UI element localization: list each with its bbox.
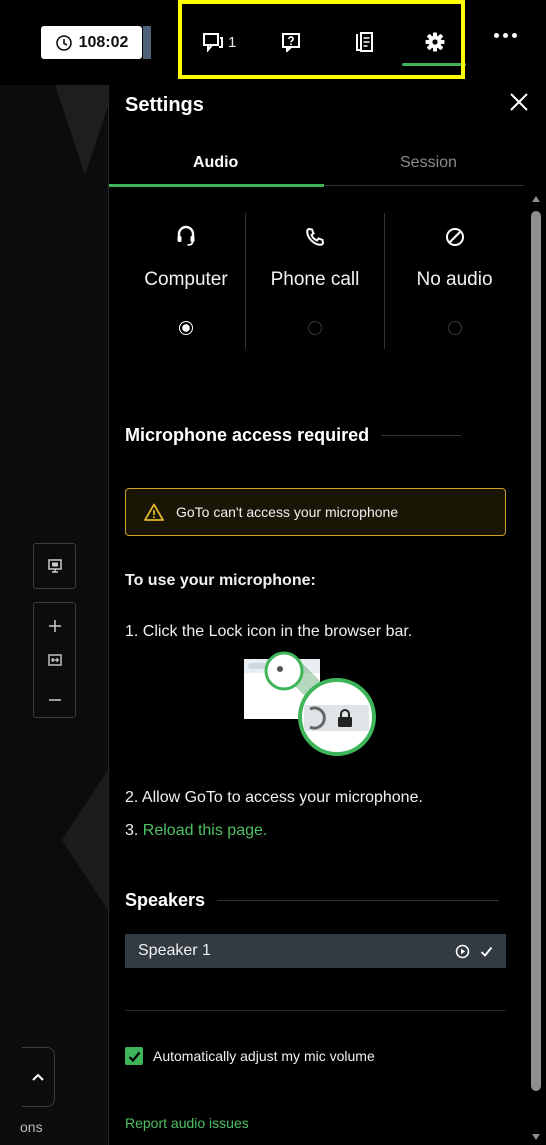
mic-warning-banner: GoTo can't access your microphone [125,488,506,536]
speakers-heading-text: Speakers [125,890,206,910]
section-divider [125,1010,506,1011]
tab-audio[interactable]: Audio [193,154,238,172]
lock-icon-illustration [244,647,378,763]
speakers-section-heading: Speakers [125,890,500,911]
phone-icon [306,227,325,246]
instruction-step-3: 3. Reload this page. [125,822,267,840]
plus-icon [48,620,61,632]
more-dot-icon [503,33,508,38]
audio-option-computer[interactable]: Computer [127,213,245,349]
radio-phone[interactable] [308,321,322,335]
settings-panel: Settings Audio Session Computer Phone ca… [108,85,546,1145]
selected-check [480,946,493,957]
fit-to-screen-button[interactable] [34,653,75,667]
background-shape [62,770,108,910]
scroll-thumb[interactable] [531,211,541,1091]
background-shape [55,85,115,175]
panel-scrollbar[interactable] [524,189,546,1145]
close-icon [510,93,528,111]
tab-session[interactable]: Session [400,154,457,172]
heading-rule [217,900,500,901]
reload-page-link[interactable]: Reload this page. [143,822,268,839]
partial-label: ons [20,1119,43,1135]
toolbar-highlight-box [178,0,465,79]
more-dot-icon [494,33,499,38]
warning-icon [144,503,164,521]
monitor-icon [47,559,62,573]
check-icon [480,946,493,957]
audio-mode-selector: Computer Phone call No audio [109,213,524,349]
settings-tabs: Audio Session [109,137,524,189]
chevron-up-icon [32,1073,44,1081]
zoom-in-button[interactable] [34,619,75,633]
instruction-step-2: 2. Allow GoTo to access your microphone. [125,789,423,806]
audio-option-none[interactable]: No audio [385,213,524,349]
panel-title: Settings [125,94,204,116]
step-3-number: 3. [125,822,143,839]
audio-option-label: Computer [144,269,228,290]
scroll-up-arrow-icon [532,196,540,202]
play-circle-icon [455,944,470,958]
check-icon [128,1051,140,1062]
timer-value: 108:02 [78,33,129,51]
minus-icon [48,699,61,701]
audio-option-label: No audio [416,269,493,290]
heading-rule [381,435,462,436]
close-button[interactable] [508,91,530,113]
screen-view-control[interactable] [33,543,76,589]
instruction-step-1: 1. Click the Lock icon in the browser ba… [125,623,413,640]
zoom-out-button[interactable] [34,693,75,707]
mic-heading-text: Microphone access required [125,425,370,445]
report-audio-issues-link[interactable]: Report audio issues [125,1115,249,1131]
more-dot-icon [512,33,517,38]
warning-text: GoTo can't access your microphone [176,504,399,520]
mic-section-heading: Microphone access required [125,425,462,446]
radio-computer[interactable] [179,321,193,335]
session-timer[interactable]: 108:02 [41,26,151,59]
audio-option-label: Phone call [270,269,360,290]
checkbox-checked[interactable] [125,1047,143,1065]
more-options-button[interactable] [494,33,517,38]
tab-active-indicator [109,184,324,187]
clock-icon [55,34,72,51]
headset-icon [177,225,195,246]
speaker-name: Speaker 1 [138,942,211,959]
audio-option-phone[interactable]: Phone call [246,213,384,349]
scroll-down-arrow-icon [532,1134,540,1140]
radio-no-audio[interactable] [447,321,462,335]
zoom-controls [33,602,76,718]
speaker-select[interactable]: Speaker 1 [125,934,506,968]
auto-adjust-label: Automatically adjust my mic volume [153,1048,375,1064]
no-audio-icon [445,228,464,246]
instructions-heading: To use your microphone: [125,572,316,589]
test-speaker-button[interactable] [455,944,470,959]
expand-drawer-button[interactable] [22,1047,55,1107]
fit-width-icon [47,654,62,666]
auto-adjust-mic-checkbox[interactable]: Automatically adjust my mic volume [125,1047,375,1065]
top-toolbar: 108:02 1 [0,0,546,85]
